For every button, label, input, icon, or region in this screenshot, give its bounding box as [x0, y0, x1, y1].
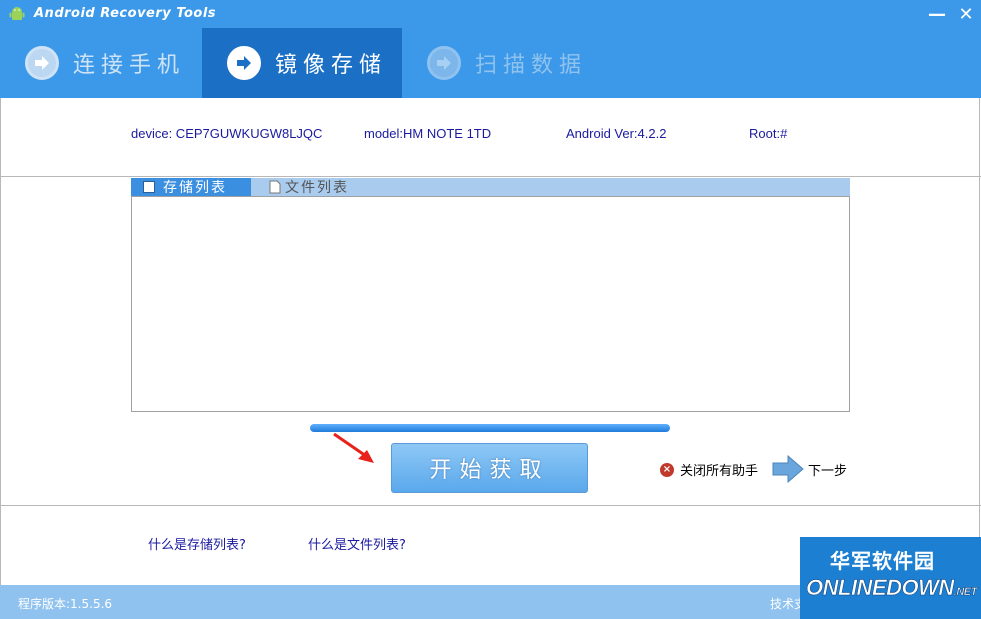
device-serial: device: CEP7GUWKUGW8LJQC: [131, 126, 323, 141]
tab-storage-list[interactable]: 存储列表: [131, 178, 251, 196]
frame-right: [979, 98, 980, 585]
step-scan-data[interactable]: 扫描数据: [402, 28, 602, 98]
annotation-arrow-icon: [333, 432, 374, 463]
step-label: 连接手机: [73, 53, 186, 78]
root-status: Root:#: [749, 126, 788, 141]
checkbox-icon: [143, 181, 155, 193]
window-title: Android Recovery Tools: [34, 6, 217, 21]
help-link-file-list[interactable]: 什么是文件列表?: [308, 534, 406, 553]
tab-strip: 存储列表 文件列表: [131, 178, 850, 196]
close-helpers-label: 关闭所有助手: [680, 464, 759, 479]
close-button[interactable]: ✕: [954, 4, 978, 26]
arrow-right-icon: [427, 46, 461, 80]
divider: [0, 176, 981, 177]
next-step-label: 下一步: [808, 463, 848, 479]
step-label: 镜像存储: [275, 53, 388, 78]
divider: [0, 505, 981, 506]
start-acquire-button[interactable]: 开始获取: [391, 443, 588, 493]
document-icon: [269, 180, 281, 194]
step-connect-phone[interactable]: 连接手机: [0, 28, 200, 98]
close-icon: ×: [660, 462, 674, 477]
android-icon: [9, 7, 25, 20]
storage-listbox[interactable]: [131, 196, 850, 412]
tab-file-list[interactable]: 文件列表: [269, 178, 389, 196]
close-all-helpers-button[interactable]: × 关闭所有助手: [660, 460, 758, 479]
watermark-logo: 华军软件园 ONLINEDOWN.NET: [800, 537, 981, 619]
android-version: Android Ver:4.2.2: [566, 126, 667, 141]
minimize-button[interactable]: —: [925, 4, 949, 26]
tab-label: 存储列表: [163, 180, 227, 196]
frame-left: [0, 98, 1, 585]
arrow-right-icon: [772, 455, 804, 483]
watermark-cn: 华军软件园: [830, 549, 935, 573]
next-step-button[interactable]: 下一步: [772, 455, 847, 483]
step-mirror-storage[interactable]: 镜像存储: [202, 28, 402, 98]
step-label: 扫描数据: [475, 53, 588, 78]
tab-label: 文件列表: [285, 180, 349, 196]
help-link-storage-list[interactable]: 什么是存储列表?: [148, 534, 246, 553]
version-text: 程序版本:1.5.5.6: [18, 597, 113, 611]
step-bar: 连接手机 镜像存储 扫描数据: [0, 28, 981, 98]
arrow-right-icon: [227, 46, 261, 80]
arrow-right-icon: [25, 46, 59, 80]
title-bar: Android Recovery Tools — ✕: [0, 0, 981, 28]
device-model: model:HM NOTE 1TD: [364, 126, 492, 141]
watermark-en: ONLINEDOWN.NET: [806, 575, 978, 601]
